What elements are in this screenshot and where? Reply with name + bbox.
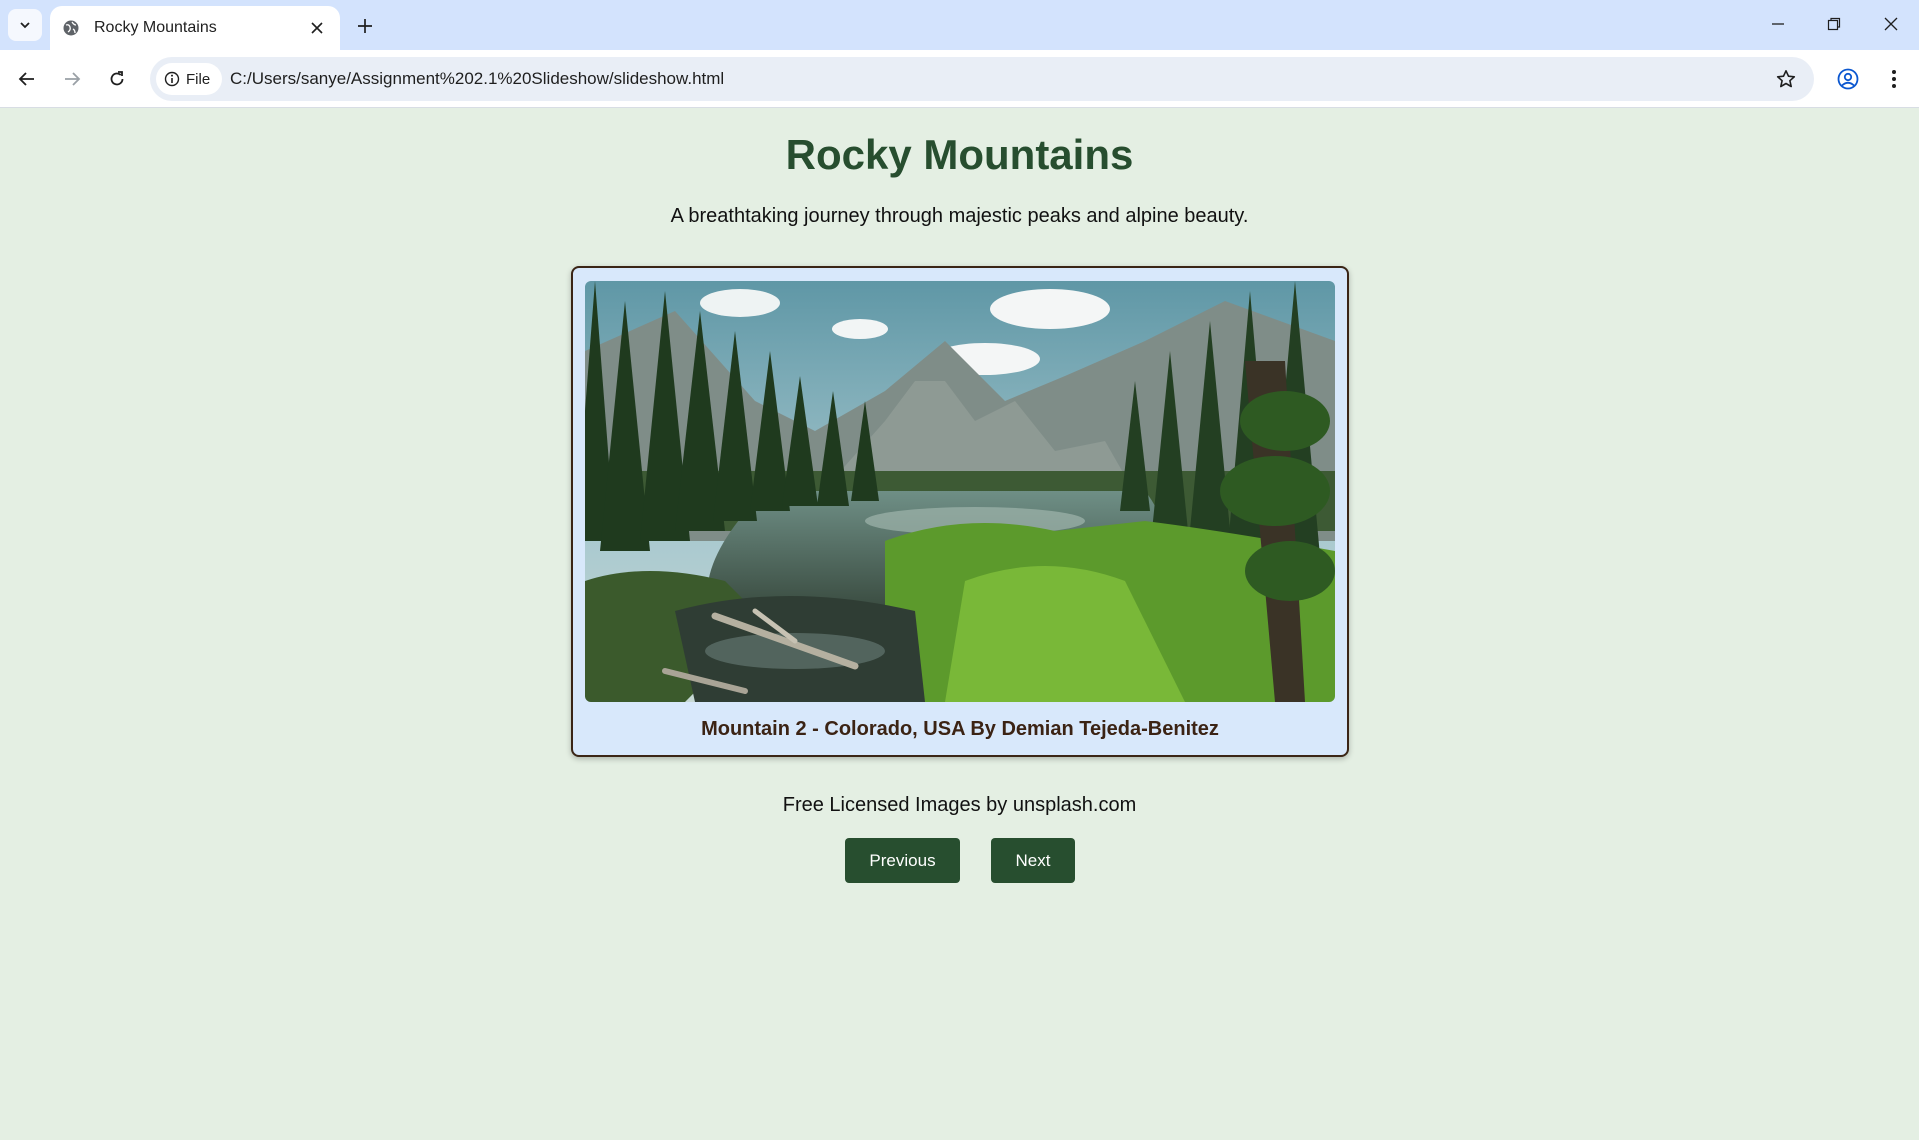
tab-strip: Rocky Mountains bbox=[0, 0, 1919, 50]
reload-icon bbox=[110, 71, 124, 86]
star-icon bbox=[1776, 70, 1796, 88]
bookmark-button[interactable] bbox=[1772, 65, 1800, 93]
tab-search-button[interactable] bbox=[8, 9, 42, 41]
kebab-menu-icon bbox=[1892, 70, 1896, 88]
tab-search-icon bbox=[20, 22, 30, 29]
info-icon bbox=[164, 71, 180, 87]
site-info-label: File bbox=[186, 70, 211, 88]
url-text[interactable]: C:/Users/sanye/Assignment%202.1%20Slides… bbox=[230, 69, 724, 89]
address-bar[interactable]: File C:/Users/sanye/Assignment%202.1%20S… bbox=[150, 57, 1814, 101]
window-close-icon bbox=[1884, 17, 1898, 31]
tab-title: Rocky Mountains bbox=[94, 19, 217, 36]
minimize-button[interactable] bbox=[1758, 8, 1798, 40]
previous-button[interactable]: Previous bbox=[845, 838, 960, 883]
slide-caption: Mountain 2 - Colorado, USA By Demian Tej… bbox=[701, 718, 1219, 740]
globe-icon bbox=[62, 19, 80, 37]
minimize-icon bbox=[1772, 23, 1784, 25]
slide-image bbox=[585, 281, 1335, 702]
window-close-button[interactable] bbox=[1871, 8, 1911, 40]
close-icon bbox=[311, 22, 323, 34]
profile-button[interactable] bbox=[1832, 63, 1864, 95]
forward-button[interactable] bbox=[55, 62, 89, 96]
browser-toolbar: File C:/Users/sanye/Assignment%202.1%20S… bbox=[0, 50, 1919, 108]
site-info-chip[interactable]: File bbox=[156, 63, 223, 95]
back-arrow-icon bbox=[18, 72, 34, 86]
page-subtitle: A breathtaking journey through majestic … bbox=[670, 205, 1249, 227]
plus-icon bbox=[358, 19, 372, 33]
back-button[interactable] bbox=[10, 62, 44, 96]
page-title: Rocky Mountains bbox=[785, 131, 1134, 178]
next-button[interactable]: Next bbox=[991, 838, 1075, 883]
browser-tab-active[interactable]: Rocky Mountains bbox=[50, 6, 340, 50]
slideshow-frame: Mountain 2 - Colorado, USA By Demian Tej… bbox=[571, 266, 1349, 757]
page-content: Rocky Mountains A breathtaking journey t… bbox=[0, 109, 1919, 1140]
reload-button[interactable] bbox=[100, 62, 134, 96]
browser-menu-button[interactable] bbox=[1878, 63, 1910, 95]
restore-icon bbox=[1827, 17, 1841, 31]
tab-close-button[interactable] bbox=[306, 17, 328, 39]
forward-arrow-icon bbox=[65, 72, 81, 86]
new-tab-button[interactable] bbox=[350, 11, 380, 41]
profile-icon bbox=[1837, 68, 1859, 90]
image-credit: Free Licensed Images by unsplash.com bbox=[782, 794, 1137, 816]
restore-button[interactable] bbox=[1814, 8, 1854, 40]
